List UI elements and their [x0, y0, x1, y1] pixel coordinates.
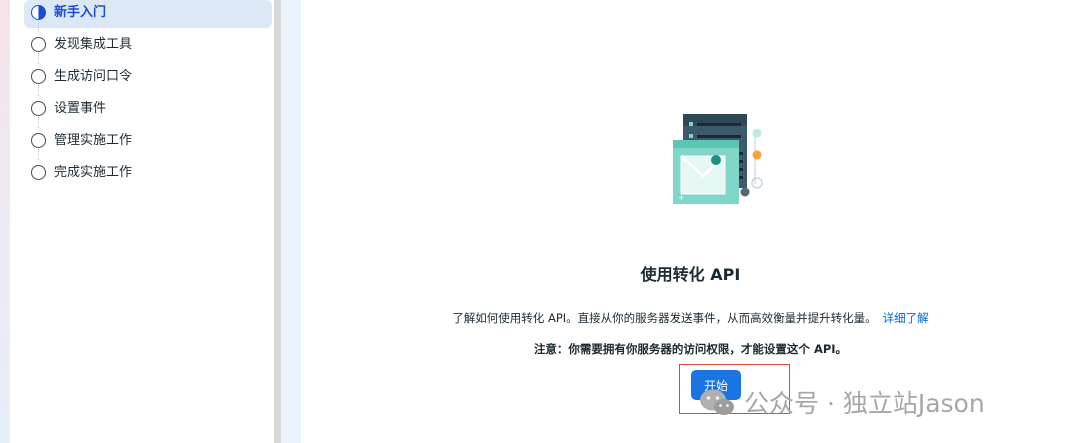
step-discover-integrations[interactable]: 发现集成工具 — [24, 21, 272, 60]
step-connector — [38, 149, 39, 160]
step-connector — [38, 85, 39, 96]
learn-more-link[interactable]: 详细了解 — [883, 311, 929, 325]
main-panel: + 使用转化 API 了解如何使用转化 API。直接从你的服务器发送事件，从而高… — [301, 0, 1080, 443]
step-manage-implementation[interactable]: 管理实施工作 — [24, 117, 272, 156]
step-connector — [38, 117, 39, 128]
pending-step-icon — [31, 165, 46, 180]
panel-divider — [281, 0, 301, 443]
step-complete-implementation[interactable]: 完成实施工作 — [24, 149, 272, 188]
step-label: 设置事件 — [54, 101, 107, 116]
in-progress-step-icon — [31, 5, 46, 20]
step-label: 生成访问口令 — [54, 69, 133, 84]
svg-text:+: + — [678, 193, 685, 202]
pending-step-icon — [31, 69, 46, 84]
sidebar: 新手入门 发现集成工具 生成访问口令 设置事件 管理实施工作 完成实施工作 — [10, 0, 274, 443]
step-label: 管理实施工作 — [54, 133, 133, 148]
step-generate-token[interactable]: 生成访问口令 — [24, 53, 272, 92]
wechat-icon — [700, 389, 734, 415]
page-title: 使用转化 API — [640, 265, 741, 284]
step-getting-started[interactable]: 新手入门 — [24, 0, 272, 28]
access-note: 注意：你需要拥有你服务器的访问权限，才能设置这个 API。 — [533, 342, 848, 356]
description-text: 了解如何使用转化 API。直接从你的服务器发送事件，从而高效衡量并提升转化量。 — [452, 311, 877, 325]
step-setup-events[interactable]: 设置事件 — [24, 85, 272, 124]
left-edge-gradient — [0, 0, 10, 443]
step-list: 新手入门 发现集成工具 生成访问口令 设置事件 管理实施工作 完成实施工作 — [24, 0, 272, 192]
pending-step-icon — [31, 133, 46, 148]
step-label: 完成实施工作 — [54, 165, 133, 180]
step-label: 发现集成工具 — [54, 37, 133, 52]
pending-step-icon — [31, 37, 46, 52]
step-label: 新手入门 — [54, 5, 107, 20]
watermark-text: 公众号 · 独立站Jason — [744, 389, 985, 418]
server-envelope-illustration-icon: + — [673, 114, 763, 204]
step-connector — [38, 21, 39, 32]
pending-step-icon — [31, 101, 46, 116]
watermark: 公众号 · 独立站Jason — [698, 382, 985, 422]
sidebar-scrollbar[interactable] — [274, 0, 281, 443]
step-connector — [38, 53, 39, 64]
description: 了解如何使用转化 API。直接从你的服务器发送事件，从而高效衡量并提升转化量。详… — [301, 310, 1080, 326]
